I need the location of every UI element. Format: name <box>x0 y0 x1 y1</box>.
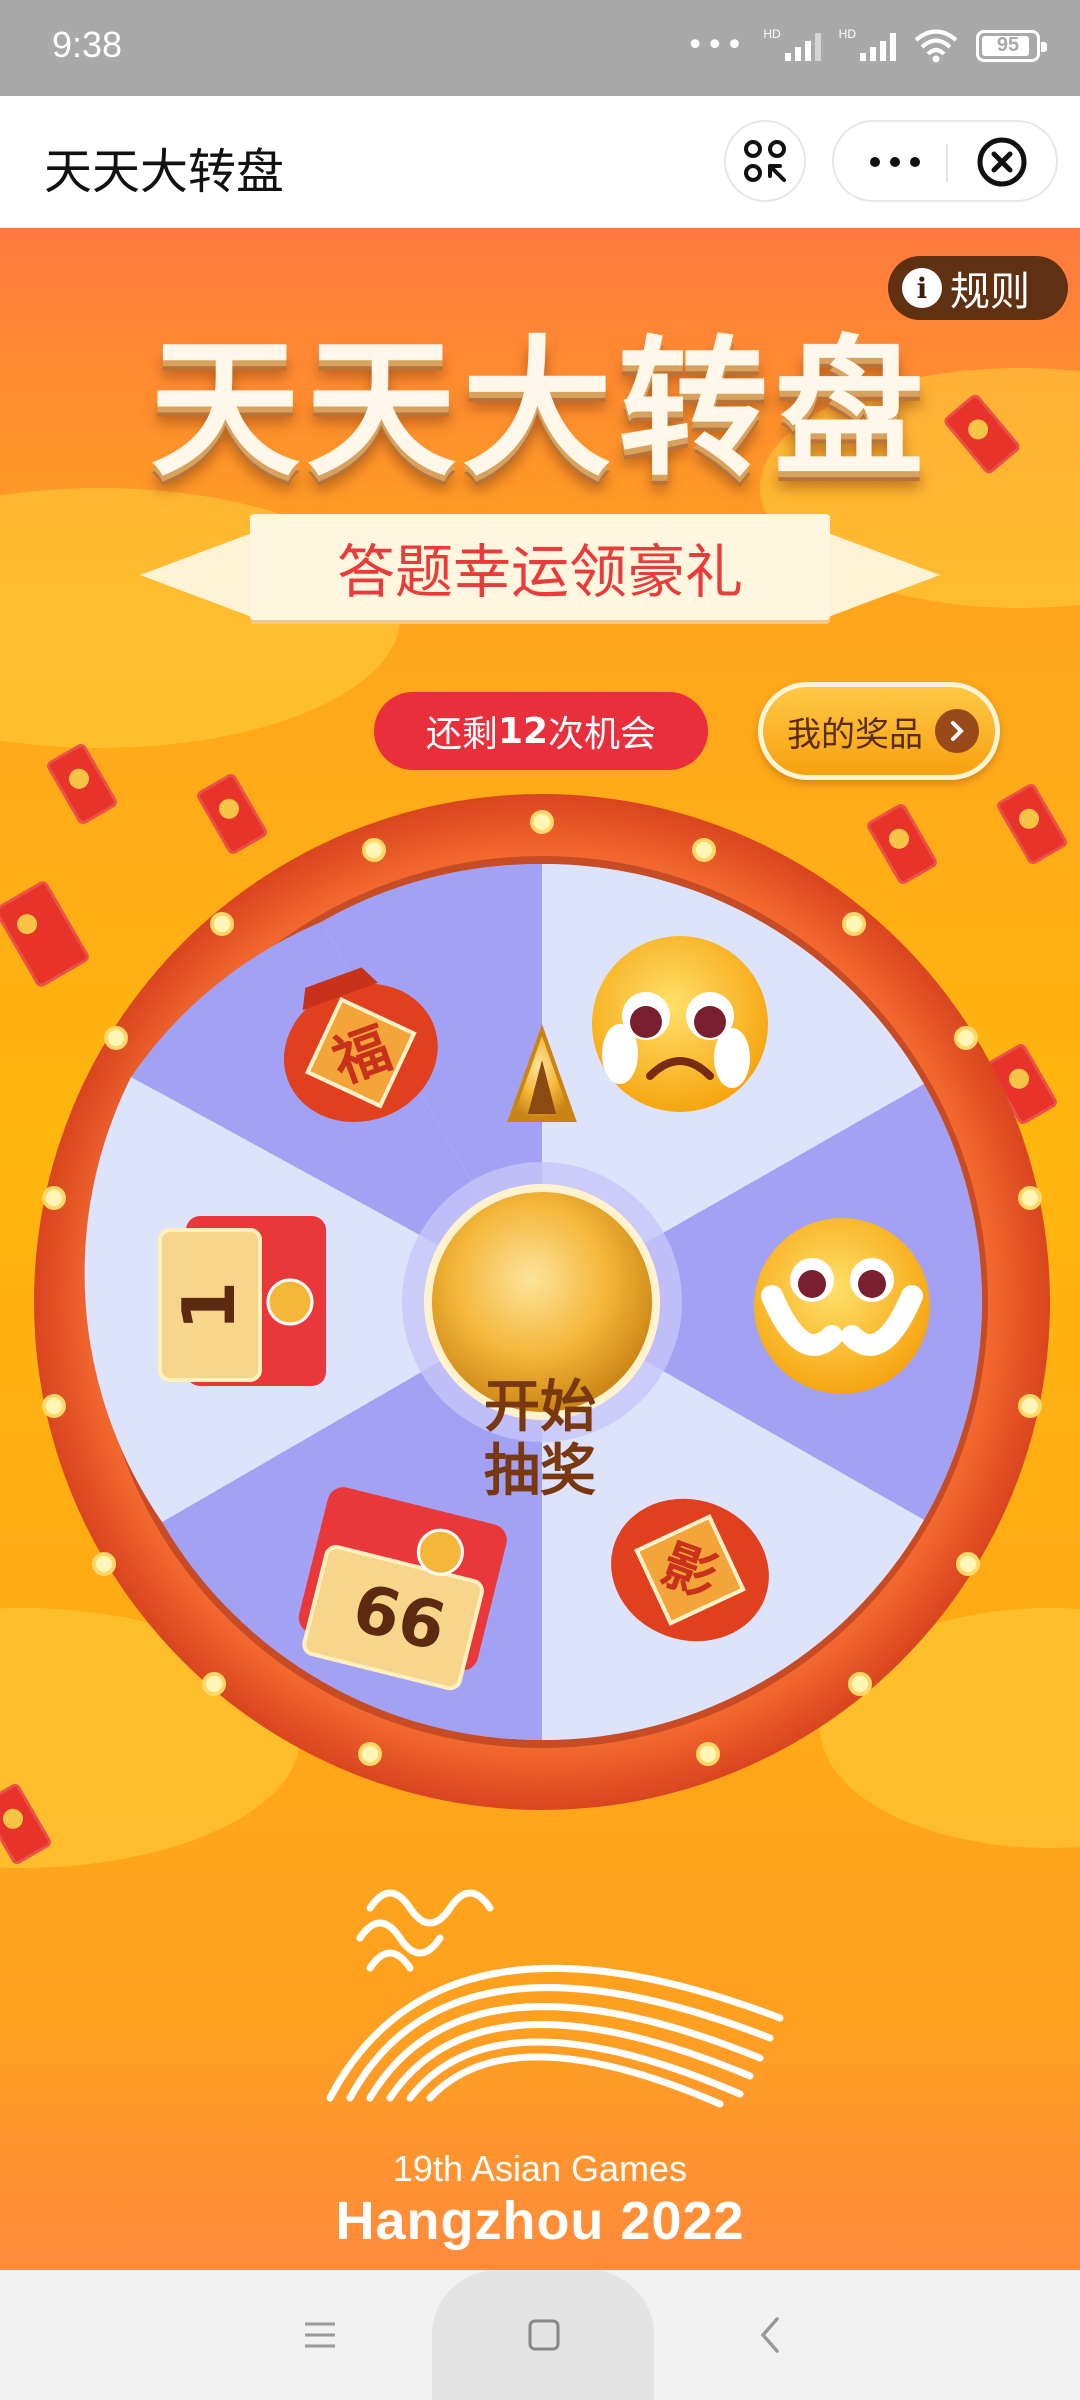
close-button[interactable] <box>974 134 1030 190</box>
menu-icon <box>305 2322 335 2348</box>
logo-title: Hangzhou 2022 <box>335 2191 745 2251</box>
points-envelope-1-icon: 1 <box>158 1216 326 1386</box>
capsule-menu <box>832 120 1058 202</box>
chances-suffix: 次机会 <box>548 714 657 755</box>
signal-icon-2 <box>860 31 896 61</box>
remaining-chances: 还剩 12 次机会 <box>374 692 708 770</box>
back-chevron-icon <box>760 2317 779 2353</box>
my-prizes-button[interactable]: 我的奖品 <box>758 682 1000 780</box>
points-1-value: 1 <box>167 1281 251 1331</box>
page-title: 天天大转盘 <box>44 144 285 200</box>
start-button-label[interactable]: 开始 抽奖 <box>442 1376 638 1504</box>
subtitle-ribbon: 答题幸运领豪礼 <box>140 508 940 628</box>
more-dots-icon: ••• <box>686 28 746 63</box>
sad-emoji-icon-2 <box>754 1218 930 1394</box>
home-button[interactable] <box>504 2300 584 2370</box>
sad-emoji-icon <box>592 936 768 1112</box>
recents-button[interactable] <box>280 2300 360 2370</box>
back-button[interactable] <box>730 2300 810 2370</box>
status-bar: 9:38 ••• HD HD 95 <box>0 0 1080 96</box>
capsule-divider <box>946 144 948 182</box>
start-label-line1: 开始 <box>484 1375 596 1440</box>
asian-games-logo <box>326 1889 784 2108</box>
ribbon-tail-left <box>140 530 260 620</box>
more-icon <box>870 157 920 167</box>
banner-title: 天天大转盘 <box>149 323 930 497</box>
hd-label-2: HD <box>838 26 856 41</box>
logo-subtitle: 19th Asian Games <box>392 2148 688 2189</box>
mini-program-nav-bar: 天天大转盘 <box>0 96 1080 228</box>
wifi-icon <box>914 29 958 62</box>
chances-count: 12 <box>497 710 549 752</box>
signal-icon <box>784 31 821 61</box>
battery-icon: 95 <box>976 29 1047 62</box>
chances-prefix: 还剩 <box>425 714 498 755</box>
square-icon <box>528 2319 560 2351</box>
lottery-page: i 规则 天天大转盘 答题幸运领豪礼 还剩 12 次机会 我的奖品 福 影 66… <box>0 228 1080 2270</box>
close-icon <box>977 137 1027 187</box>
status-icons: ••• HD HD 95 <box>686 26 1047 63</box>
chevron-right-icon <box>935 709 979 753</box>
start-label-line2: 抽奖 <box>484 1439 596 1504</box>
status-time: 9:38 <box>52 24 123 65</box>
scan-icon <box>744 140 786 182</box>
scan-button[interactable] <box>724 120 806 202</box>
banner-subtitle: 答题幸运领豪礼 <box>250 514 830 620</box>
ribbon-tail-right <box>820 530 940 620</box>
prize-wheel: 福 影 66 1 <box>34 794 1050 1810</box>
battery-level: 95 <box>996 34 1020 56</box>
more-button[interactable] <box>860 142 930 182</box>
hd-label: HD <box>763 26 781 41</box>
my-prizes-label: 我的奖品 <box>787 714 923 755</box>
